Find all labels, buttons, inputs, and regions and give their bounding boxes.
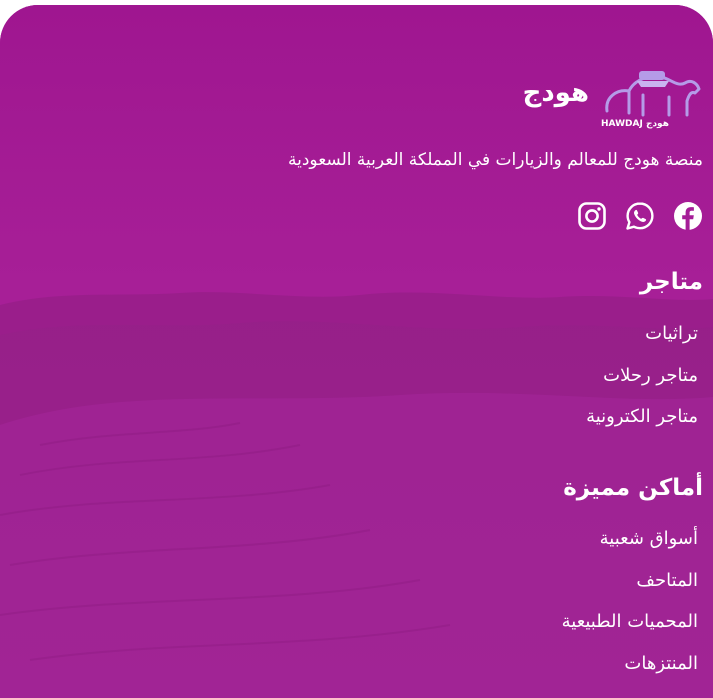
tagline: منصة هودج للمعالم والزيارات في المملكة ا… <box>288 150 703 170</box>
places-list: أسواق شعبية المتاحف المحميات الطبيعية ال… <box>562 527 698 693</box>
stores-list: تراثيات متاجر رحلات متاجر الكترونية <box>586 322 698 447</box>
logo-wordmark: HAWDAJ هودج <box>601 119 669 129</box>
camel-icon <box>605 71 701 117</box>
facebook-icon[interactable] <box>673 201 703 231</box>
hawdaj-logo: HAWDAJ هودج <box>599 67 703 129</box>
stores-link-heritage[interactable]: تراثيات <box>586 322 698 364</box>
stores-link-online[interactable]: متاجر الكترونية <box>586 405 698 447</box>
whatsapp-icon[interactable] <box>625 201 655 231</box>
stores-link-trips[interactable]: متاجر رحلات <box>586 364 698 406</box>
footer-panel: HAWDAJ هودج هودج منصة هودج للمعالم والزي… <box>0 5 713 698</box>
social-links <box>577 201 703 231</box>
places-link-markets[interactable]: أسواق شعبية <box>562 527 698 569</box>
places-title: أماكن مميزة <box>563 475 703 501</box>
places-link-reserves[interactable]: المحميات الطبيعية <box>562 610 698 652</box>
brand[interactable]: HAWDAJ هودج هودج <box>523 67 703 129</box>
places-link-parks[interactable]: المنتزهات <box>562 652 698 694</box>
places-link-museums[interactable]: المتاحف <box>562 569 698 611</box>
stores-title: متاجر <box>639 269 703 295</box>
brand-name: هودج <box>522 78 589 108</box>
instagram-icon[interactable] <box>577 201 607 231</box>
